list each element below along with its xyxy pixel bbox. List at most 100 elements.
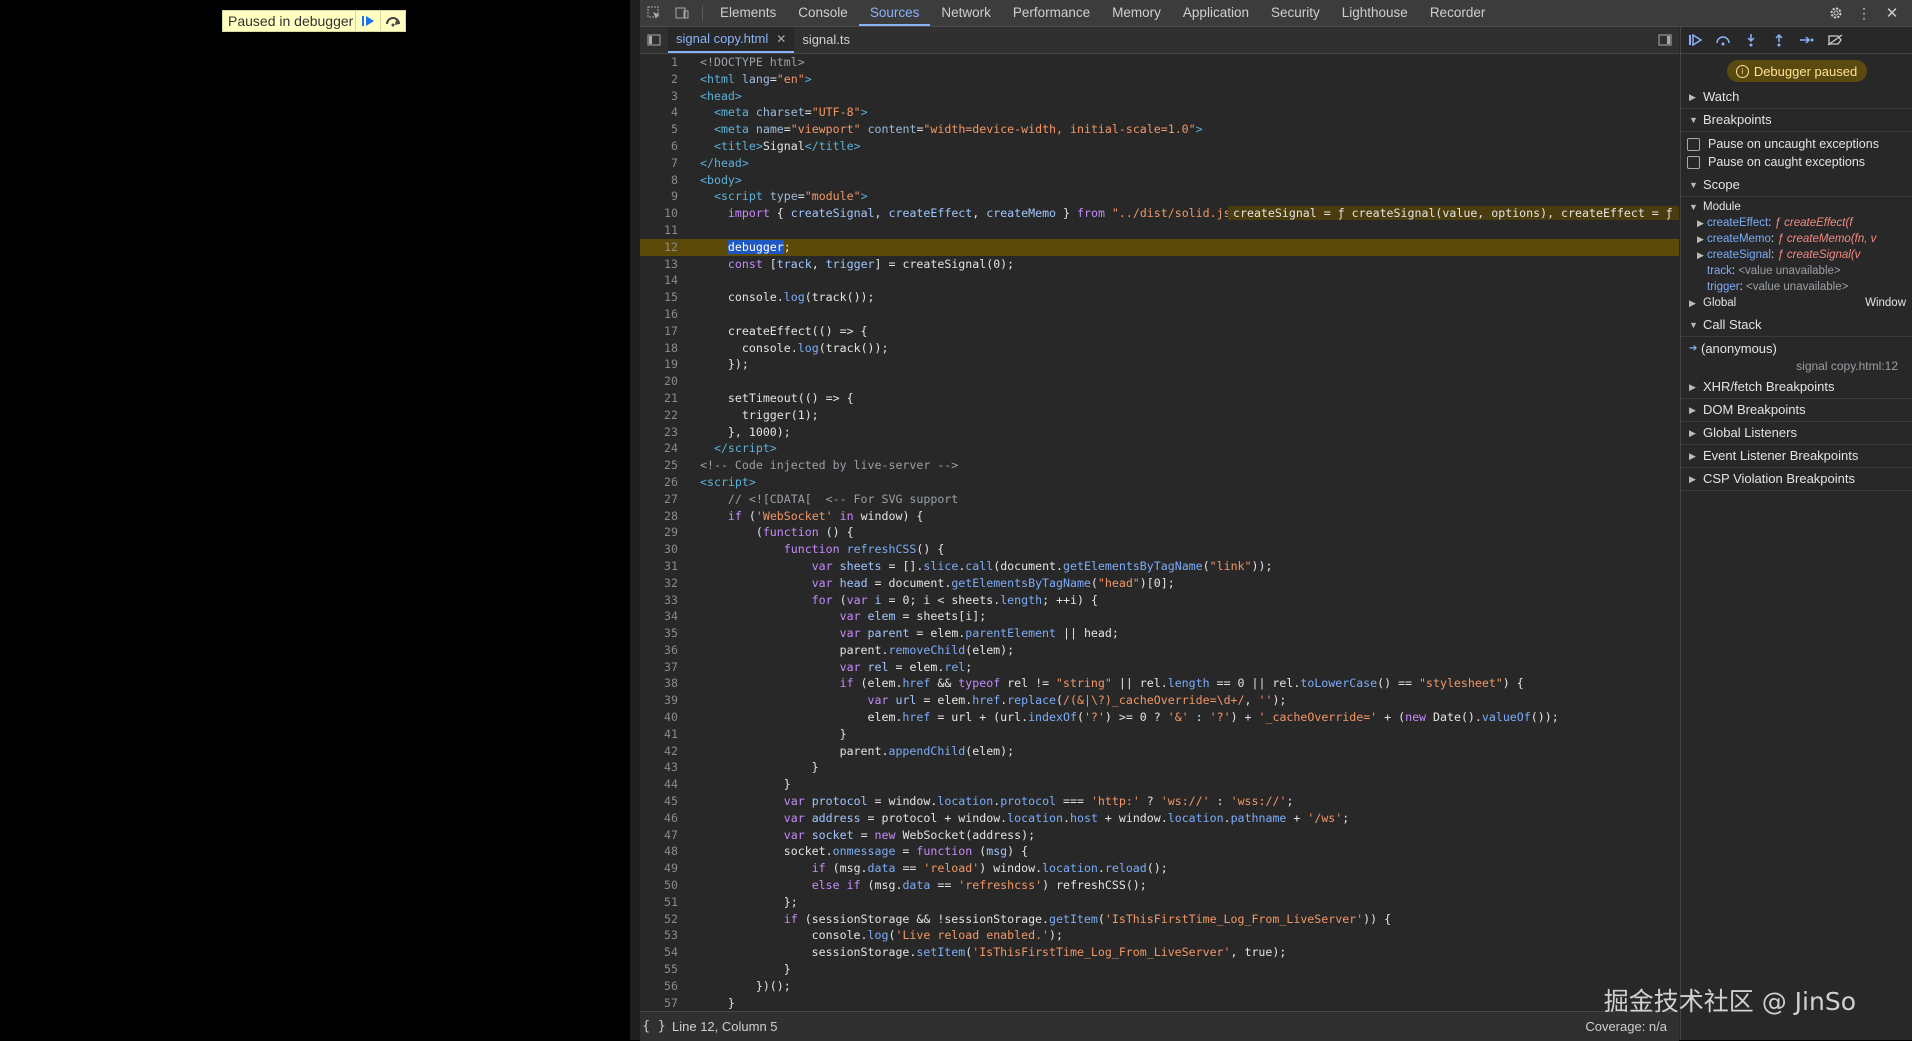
line-number: 3 xyxy=(671,88,678,103)
code-line: 10 import { createSignal, createEffect, … xyxy=(640,205,1679,222)
step-out-icon[interactable] xyxy=(1765,27,1793,53)
pretty-print-icon[interactable]: { } xyxy=(640,1014,668,1040)
dom-breakpoints-header[interactable]: ▶ DOM Breakpoints xyxy=(1681,399,1912,422)
code-line: 2 <html lang="en"> xyxy=(640,71,1679,88)
code-line: 55 } xyxy=(640,961,1679,978)
scope-key: createSignal xyxy=(1707,249,1771,261)
step-into-icon[interactable] xyxy=(1737,27,1765,53)
call-frame-location[interactable]: signal copy.html:12 xyxy=(1681,358,1912,374)
toggle-debugger-sidebar-icon[interactable] xyxy=(1651,27,1679,53)
call-frame-anonymous[interactable]: ➔ (anonymous) xyxy=(1681,340,1912,358)
call-stack-pane-header[interactable]: ▼ Call Stack xyxy=(1681,314,1912,337)
inspect-element-icon[interactable] xyxy=(640,0,668,26)
scope-key: trigger xyxy=(1707,281,1740,293)
expand-arrow-icon: ▶ xyxy=(1697,234,1704,244)
step-over-button[interactable] xyxy=(380,11,405,31)
tab-elements[interactable]: Elements xyxy=(709,0,787,26)
device-toolbar-icon[interactable] xyxy=(668,0,696,26)
scope-item-createEffect[interactable]: ▶ createEffect: ƒ createEffect(f xyxy=(1681,215,1912,231)
watermark: 掘金技术社区 @ JinSo xyxy=(1603,987,1856,1016)
code-line: 4 <meta charset="UTF-8"> xyxy=(640,104,1679,121)
code-line: 48 socket.onmessage = function (msg) { xyxy=(640,843,1679,860)
tab-security[interactable]: Security xyxy=(1260,0,1331,26)
line-number: 39 xyxy=(664,693,678,708)
line-number: 22 xyxy=(664,407,678,422)
watch-pane-header[interactable]: ▶ Watch xyxy=(1681,86,1912,109)
tab-memory[interactable]: Memory xyxy=(1101,0,1172,26)
code-line: 22 trigger(1); xyxy=(640,407,1679,424)
code-line: 7 </head> xyxy=(640,155,1679,172)
csp-violation-breakpoints-header[interactable]: ▶ CSP Violation Breakpoints xyxy=(1681,468,1912,491)
pause-caught-checkbox[interactable] xyxy=(1687,155,1700,169)
code-line: 26 <script> xyxy=(640,474,1679,491)
line-number: 27 xyxy=(664,491,678,506)
scope-item-createMemo[interactable]: ▶ createMemo: ƒ createMemo(fn, v xyxy=(1681,231,1912,247)
pause-uncaught-label: Pause on uncaught exceptions xyxy=(1708,137,1879,151)
scope-label: Scope xyxy=(1703,177,1740,192)
sources-editor: signal copy.html ✕ signal.ts 1 <!DOCTYPE … xyxy=(640,27,1679,1041)
line-number: 33 xyxy=(664,592,678,607)
resume-button[interactable] xyxy=(355,11,380,31)
pause-caught-row[interactable]: Pause on caught exceptions xyxy=(1681,153,1912,171)
line-number: 6 xyxy=(671,138,678,153)
tab-lighthouse[interactable]: Lighthouse xyxy=(1331,0,1419,26)
code-line: 35 var parent = elem.parentElement || he… xyxy=(640,625,1679,642)
global-listeners-header[interactable]: ▶ Global Listeners xyxy=(1681,422,1912,445)
file-tab-bar: signal copy.html ✕ signal.ts xyxy=(640,27,1679,54)
viewport-devtools-divider[interactable] xyxy=(630,0,640,1040)
devtools-panel: Elements Console Sources Network Perform… xyxy=(640,0,1912,1041)
xhr-breakpoints-header[interactable]: ▶ XHR/fetch Breakpoints xyxy=(1681,376,1912,399)
line-number: 40 xyxy=(664,710,678,725)
code-line: 11 xyxy=(640,222,1679,239)
scope-item-createSignal[interactable]: ▶ createSignal: ƒ createSignal(v xyxy=(1681,247,1912,263)
line-number: 7 xyxy=(671,155,678,170)
line-number: 50 xyxy=(664,878,678,893)
file-tab-signal-copy-html[interactable]: signal copy.html ✕ xyxy=(668,26,795,53)
deactivate-breakpoints-icon[interactable] xyxy=(1821,27,1849,53)
module-label: Module xyxy=(1703,201,1741,213)
scope-global-row[interactable]: ▶ Global Window xyxy=(1681,295,1912,311)
more-options-icon[interactable]: ⋮ xyxy=(1850,0,1878,26)
line-number: 21 xyxy=(664,390,678,405)
scope-module-row[interactable]: ▼ Module xyxy=(1681,199,1912,215)
code-line: 30 function refreshCSS() { xyxy=(640,541,1679,558)
line-number: 47 xyxy=(664,827,678,842)
code-line: 3 <head> xyxy=(640,88,1679,105)
event-listener-breakpoints-header[interactable]: ▶ Event Listener Breakpoints xyxy=(1681,445,1912,468)
code-line: 23 }, 1000); xyxy=(640,424,1679,441)
tab-console[interactable]: Console xyxy=(787,0,859,26)
code-line: 5 <meta name="viewport" content="width=d… xyxy=(640,121,1679,138)
collapse-arrow-icon: ▼ xyxy=(1689,202,1698,212)
file-tab-label: signal copy.html xyxy=(676,31,769,46)
toggle-navigator-icon[interactable] xyxy=(640,27,668,53)
resume-icon xyxy=(362,16,374,26)
pause-uncaught-checkbox[interactable] xyxy=(1687,137,1700,151)
code-line: 42 parent.appendChild(elem); xyxy=(640,743,1679,760)
tab-application[interactable]: Application xyxy=(1172,0,1260,26)
line-number: 55 xyxy=(664,962,678,977)
code-view[interactable]: 1 <!DOCTYPE html> 2 <html lang="en"> 3 <head>… xyxy=(640,54,1679,1039)
resume-script-icon[interactable] xyxy=(1681,27,1709,53)
global-value: Window xyxy=(1865,297,1906,309)
settings-gear-icon[interactable] xyxy=(1822,0,1850,26)
close-devtools-icon[interactable]: ✕ xyxy=(1878,0,1906,26)
file-tab-signal-ts[interactable]: signal.ts xyxy=(794,27,858,53)
code-line: 40 elem.href = url + (url.indexOf('?') >… xyxy=(640,709,1679,726)
step-over-icon[interactable] xyxy=(1709,27,1737,53)
tab-performance[interactable]: Performance xyxy=(1002,0,1101,26)
step-icon[interactable] xyxy=(1793,27,1821,53)
tab-sources[interactable]: Sources xyxy=(858,0,931,26)
tab-network[interactable]: Network xyxy=(930,0,1002,26)
tab-recorder[interactable]: Recorder xyxy=(1419,0,1497,26)
line-number: 18 xyxy=(664,340,678,355)
breakpoints-pane-header[interactable]: ▼ Breakpoints xyxy=(1681,109,1912,132)
expand-arrow-icon: ▶ xyxy=(1697,250,1704,260)
close-tab-icon[interactable]: ✕ xyxy=(776,26,786,52)
code-line: 14 xyxy=(640,272,1679,289)
pause-caught-label: Pause on caught exceptions xyxy=(1708,155,1866,169)
line-number: 42 xyxy=(664,743,678,758)
scope-pane-header[interactable]: ▼ Scope xyxy=(1681,174,1912,197)
collapse-arrow-icon: ▼ xyxy=(1689,320,1698,330)
code-line: 37 var rel = elem.rel; xyxy=(640,659,1679,676)
pause-uncaught-row[interactable]: Pause on uncaught exceptions xyxy=(1681,135,1912,153)
